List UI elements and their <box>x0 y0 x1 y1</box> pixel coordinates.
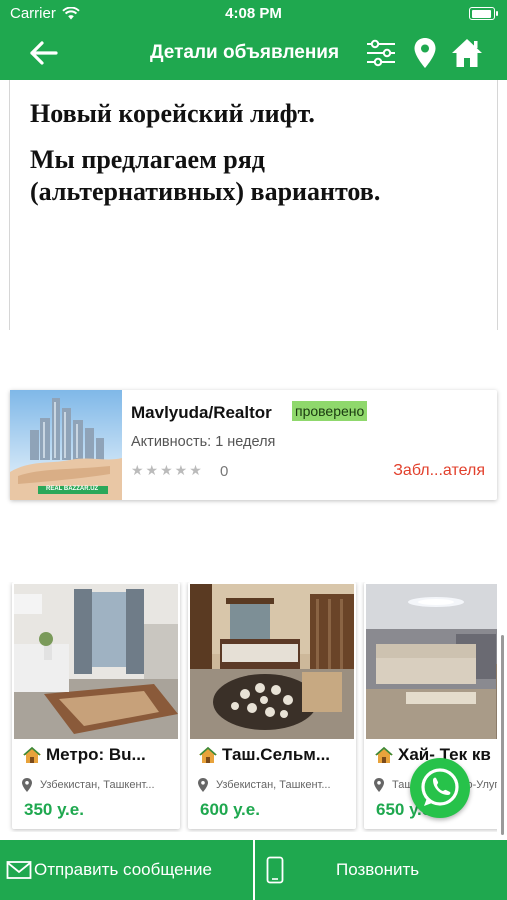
back-arrow-icon[interactable] <box>28 38 60 68</box>
phone-icon <box>266 856 284 884</box>
call-button[interactable]: Позвонить <box>266 840 419 900</box>
bottom-bar-divider <box>253 840 255 900</box>
description-line-2: Мы предлагаем ряд (альтернативных) вариа… <box>30 145 381 206</box>
location-pin-icon <box>22 778 32 792</box>
agent-activity: Активность: 1 неделя <box>131 434 276 450</box>
listing-card[interactable]: Таш.Сельм... Узбекистан, Ташкент... 600 … <box>188 582 356 829</box>
agent-photo: REAL BAZZAR.UZ <box>10 390 122 500</box>
location-pin-icon <box>198 778 208 792</box>
listing-price: 600 у.е. <box>200 800 260 819</box>
agent-card[interactable]: REAL BAZZAR.UZ Mavlyuda/Realtor проверен… <box>10 390 497 500</box>
block-user-link[interactable]: Забл...ателя <box>393 462 485 480</box>
listing-photo <box>366 584 497 739</box>
listing-location: Узбекистан, Ташкент... <box>216 779 331 791</box>
rating-stars-icon: ★★★★★ <box>131 462 204 478</box>
listing-price: 350 у.е. <box>24 800 84 819</box>
agent-name[interactable]: Mavlyuda/Realtor <box>131 403 272 423</box>
location-pin-icon <box>374 778 384 792</box>
house-icon <box>199 746 217 763</box>
page-title: Детали объявления <box>150 42 340 63</box>
status-time: 4:08 PM <box>225 5 282 22</box>
whatsapp-button[interactable] <box>410 758 470 818</box>
verified-badge: проверено <box>292 401 368 421</box>
bottom-action-bar: Отправить сообщение Позвонить <box>0 840 507 900</box>
agent-photo-caption: REAL BAZZAR.UZ <box>46 486 99 492</box>
listing-title: Таш.Сельм... <box>222 745 331 764</box>
battery-icon <box>469 7 498 20</box>
send-message-label: Отправить сообщение <box>34 860 212 879</box>
call-label: Позвонить <box>336 860 420 879</box>
scrollbar[interactable] <box>501 635 504 835</box>
house-icon <box>23 746 41 763</box>
listing-photo <box>190 584 354 739</box>
listing-location: Узбекистан, Ташкент... <box>40 779 155 791</box>
rating-value: 0 <box>220 463 229 480</box>
listing-title-row: Таш.Сельм... <box>198 745 330 765</box>
navigation-bar: Детали объявления <box>0 28 507 78</box>
app-header: Carrier 4:08 PM Детали объявления <box>0 0 507 80</box>
listing-location-row: Узбекистан, Ташкент... <box>198 778 331 792</box>
listing-title-row: Метро: Bu... <box>22 745 146 765</box>
listing-title: Метро: Bu... <box>46 745 146 764</box>
listing-location-row: Узбекистан, Ташкент... <box>22 778 155 792</box>
filter-sliders-icon[interactable] <box>364 36 398 70</box>
status-bar: Carrier 4:08 PM <box>0 0 507 28</box>
listing-photo <box>14 584 178 739</box>
description-line-1: Новый корейский лифт. <box>30 99 315 128</box>
listing-description: Новый корейский лифт. Мы предлагаем ряд … <box>9 80 498 330</box>
home-icon[interactable] <box>450 36 484 70</box>
house-icon <box>375 746 393 763</box>
listing-card[interactable]: Метро: Bu... Узбекистан, Ташкент... 350 … <box>12 582 180 829</box>
whatsapp-icon <box>421 768 459 806</box>
send-message-button[interactable]: Отправить сообщение <box>6 840 212 900</box>
envelope-icon <box>6 861 32 879</box>
location-pin-icon[interactable] <box>408 36 442 70</box>
